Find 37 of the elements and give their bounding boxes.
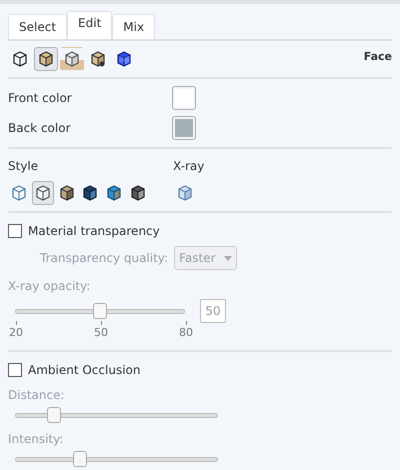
tick-label: 20 bbox=[9, 325, 23, 341]
checkbox-label: Ambient Occlusion bbox=[28, 362, 140, 378]
field-label: X-ray opacity: bbox=[8, 278, 92, 295]
cube-icon bbox=[116, 51, 132, 67]
checkbox[interactable] bbox=[8, 362, 22, 376]
group-label: Style bbox=[8, 158, 40, 175]
tab[interactable]: Edit bbox=[67, 11, 112, 39]
cube-icon bbox=[177, 185, 193, 201]
tick-label: 80 bbox=[179, 325, 193, 341]
field-label: Back color bbox=[8, 120, 72, 137]
cube-icon bbox=[64, 51, 80, 67]
field-label: Distance: bbox=[8, 386, 66, 404]
view-mode-button[interactable] bbox=[32, 181, 54, 205]
group-label: X-ray bbox=[173, 158, 204, 175]
section-title: Face bbox=[364, 48, 392, 65]
checkbox-label: Material transparency bbox=[28, 223, 160, 240]
cube-icon bbox=[82, 185, 98, 201]
cube-icon bbox=[10, 185, 27, 201]
cube-icon bbox=[58, 185, 75, 201]
field-label: Front color bbox=[8, 90, 73, 107]
cube-icon bbox=[90, 51, 106, 67]
cube-icon bbox=[38, 51, 54, 67]
cube-icon bbox=[12, 51, 28, 67]
field-label: Intensity: bbox=[8, 430, 64, 448]
tab[interactable]: Mix bbox=[112, 14, 156, 39]
cube-icon bbox=[34, 185, 51, 201]
tick-label: 50 bbox=[94, 325, 108, 341]
color-swatch[interactable] bbox=[172, 116, 196, 140]
view-mode-button[interactable] bbox=[60, 47, 84, 71]
field-label: Transparency quality: bbox=[40, 250, 168, 267]
color-swatch[interactable] bbox=[172, 86, 196, 110]
cube-icon bbox=[130, 185, 146, 201]
cube-icon bbox=[106, 185, 122, 201]
tab[interactable]: Select bbox=[8, 14, 68, 39]
checkbox[interactable] bbox=[8, 224, 22, 238]
view-mode-button[interactable] bbox=[34, 47, 58, 71]
caret-icon bbox=[224, 256, 232, 260]
